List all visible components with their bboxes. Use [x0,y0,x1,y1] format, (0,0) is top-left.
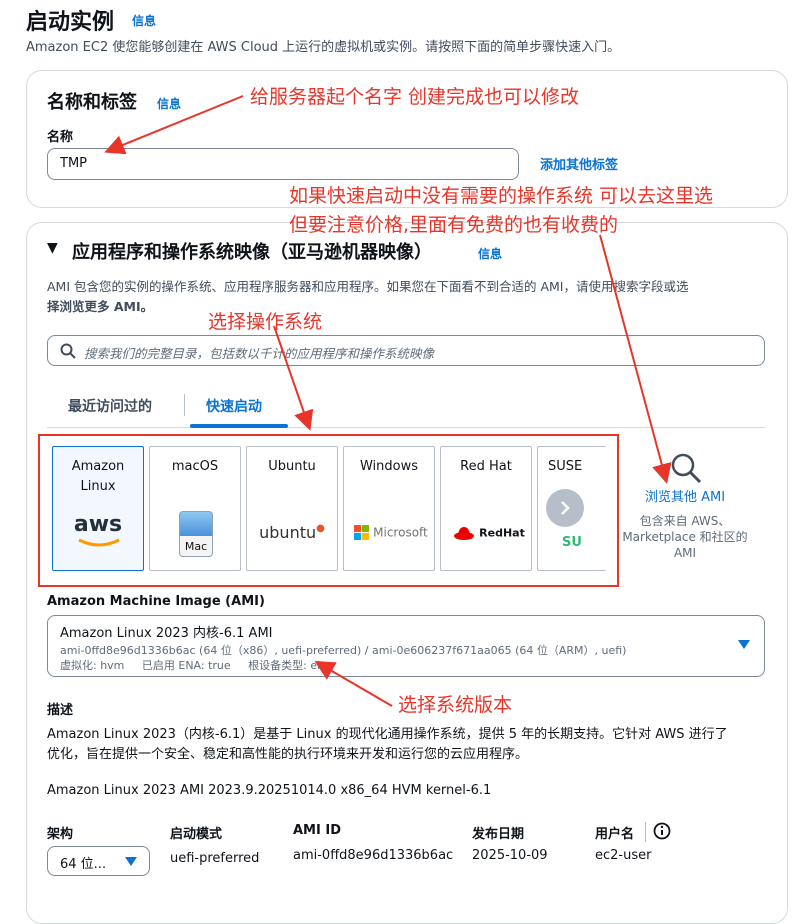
annotation-version-tip: 选择系统版本 [398,694,513,716]
os-tile-label: macOS [171,459,219,474]
page-info-link[interactable]: 信息 [132,12,156,29]
os-tile-amazon-linux[interactable]: Amazon Linux aws [52,446,144,571]
collapse-caret-icon[interactable]: ▼ [47,240,58,256]
username-value: ec2-user [595,848,652,863]
tab-recent[interactable]: 最近访问过的 [68,396,152,416]
browse-more-desc: 包含来自 AWS、 Marketplace 和社区的 AMI [622,514,748,560]
ami-section-title: 应用程序和操作系统映像（亚马逊机器映像） [72,242,432,263]
os-tile-label: Ubuntu [268,459,316,474]
ami-id-label: AMI ID [293,823,341,838]
annotation-browse-tip-2: 但要注意价格,里面有免费的也有收费的 [289,214,619,236]
ami-select[interactable]: Amazon Linux 2023 内核-6.1 AMI ami-0ffd8e9… [47,615,765,677]
ami-select-label: Amazon Machine Image (AMI) [47,594,265,609]
ami-search-input[interactable]: 搜索我们的完整目录，包括数以千计的应用程序和操作系统映像 [47,335,765,366]
publish-date-label: 发布日期 [472,827,525,842]
publish-date-value: 2025-10-09 [472,848,548,863]
add-tags-link[interactable]: 添加其他标签 [540,154,618,173]
caret-down-icon [738,640,750,649]
chevron-right-icon [561,501,570,515]
os-tile-label: Red Hat [460,459,512,474]
os-tile-macos[interactable]: macOS Mac [149,446,241,571]
os-tile-windows[interactable]: Windows Microsoft [343,446,435,571]
arch-select-value: 64 位... [60,857,107,872]
username-label: 用户名 [595,827,635,842]
annotation-os-tip: 选择操作系统 [208,311,323,333]
os-tile-label: Amazon Linux [71,459,125,494]
mac-finder-icon: Mac [179,511,213,557]
description-label: 描述 [47,703,74,718]
ami-info-link[interactable]: 信息 [478,245,502,262]
ami-select-name: Amazon Linux 2023 内核-6.1 AMI [60,626,273,641]
ami-search-placeholder: 搜索我们的完整目录，包括数以千计的应用程序和操作系统映像 [84,346,435,361]
aws-logo-icon: aws [53,512,143,547]
name-tags-info-link[interactable]: 信息 [157,95,181,112]
os-tile-redhat[interactable]: Red Hat RedHat [440,446,532,571]
search-icon[interactable] [670,452,702,484]
name-input[interactable]: TMP [47,148,519,180]
tab-separator [184,394,185,416]
search-icon [60,343,76,359]
arch-label: 架构 [47,827,74,842]
tab-active-indicator [190,424,288,428]
name-tags-title: 名称和标签 [47,92,137,113]
caret-down-icon [125,857,137,866]
microsoft-logo-icon: Microsoft [354,525,428,540]
ami-desc-line2: 择浏览更多 AMI。 [47,299,154,314]
name-input-value: TMP [60,156,87,171]
page-subtitle: Amazon EC2 使您能够创建在 AWS Cloud 上运行的虚拟机或实例。… [26,40,621,55]
ami-version: Amazon Linux 2023 AMI 2023.9.20251014.0 … [47,783,492,798]
name-label: 名称 [47,130,74,145]
boot-mode-value: uefi-preferred [170,851,260,866]
tab-quick-start[interactable]: 快速启动 [206,396,262,416]
boot-mode-label: 启动模式 [170,827,223,842]
username-separator [645,822,646,842]
ami-select-meta: 虚拟化: hvm 已启用 ENA: true 根设备类型: ebs [60,659,330,672]
os-tile-ubuntu[interactable]: Ubuntu ubuntu● [246,446,338,571]
ami-desc-line1: AMI 包含您的实例的操作系统、应用程序服务器和应用程序。如果您在下面看不到合适… [47,279,689,294]
info-circle-icon[interactable] [653,822,671,840]
tiles-next-button[interactable] [546,489,584,527]
arch-select[interactable]: 64 位... [47,846,150,876]
annotation-browse-tip-1: 如果快速启动中没有需要的操作系统 可以去这里选 [289,185,714,207]
os-tile-label: Windows [359,459,419,474]
annotation-name-tip: 给服务器起个名字 创建完成也可以修改 [250,86,580,108]
ubuntu-logo-icon: ubuntu● [259,523,325,542]
ami-select-ids: ami-0ffd8e96d1336b6ac (64 位（x86）, uefi-p… [60,644,627,657]
os-tile-label: SUSE [548,459,583,474]
description-line1: Amazon Linux 2023（内核-6.1）是基于 Linux 的现代化通… [47,727,728,742]
page-title: 启动实例 [26,10,115,35]
tabs-divider [47,427,765,428]
description-line2: 优化，旨在提供一个安全、稳定和高性能的执行环境来开发和运行您的云应用程序。 [47,747,529,762]
ami-id-value: ami-0ffd8e96d1336b6ac [293,848,454,863]
browse-more-amis-link[interactable]: 浏览其他 AMI [620,486,750,505]
redhat-logo-icon: RedHat [453,525,525,541]
suse-logo-icon: SU [562,535,582,550]
